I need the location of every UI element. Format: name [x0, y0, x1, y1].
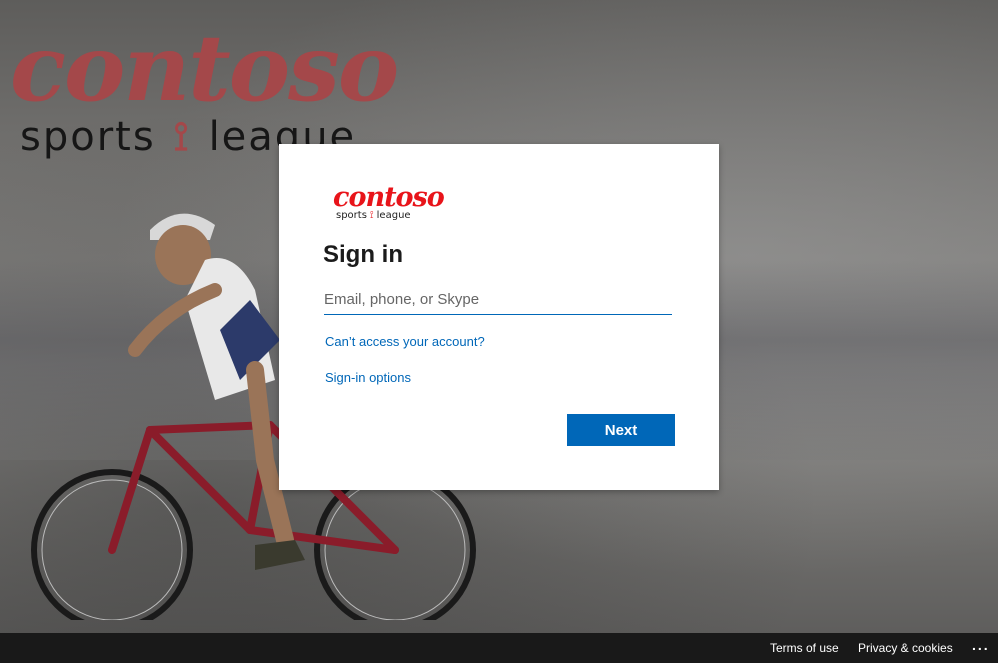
terms-of-use-link[interactable]: Terms of use: [770, 641, 839, 655]
logo-sports: sports: [336, 210, 367, 221]
runner-icon: ⟟: [173, 114, 191, 160]
cant-access-account-link[interactable]: Can’t access your account?: [325, 334, 485, 349]
contoso-logo: contoso sports ⟟ league: [333, 182, 445, 222]
logo-text: contoso: [333, 182, 445, 213]
footer: Terms of use Privacy & cookies ...: [0, 633, 998, 663]
sign-in-card: contoso sports⟟league Sign in Can’t acce…: [279, 144, 719, 490]
next-button[interactable]: Next: [567, 414, 675, 446]
runner-icon: ⟟: [369, 210, 374, 221]
privacy-cookies-link[interactable]: Privacy & cookies: [858, 641, 953, 655]
logo-league: league: [376, 210, 411, 221]
background-logo-sports: sports: [20, 114, 156, 160]
page-title: Sign in: [323, 241, 403, 268]
email-input[interactable]: [324, 284, 672, 315]
background-logo-text: contoso: [10, 14, 399, 122]
sign-in-options-link[interactable]: Sign-in options: [325, 370, 411, 385]
more-options-button[interactable]: ...: [972, 637, 990, 653]
background-logo: contoso sports ⟟ league: [10, 14, 399, 160]
